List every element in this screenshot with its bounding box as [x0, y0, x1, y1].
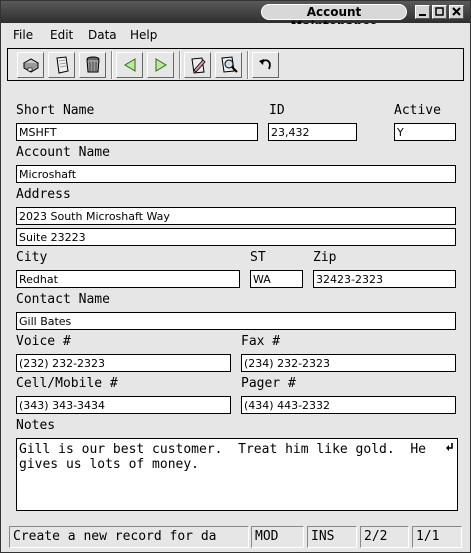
close-button[interactable]	[449, 5, 464, 19]
zip-label: Zip	[313, 250, 337, 265]
zip-field[interactable]	[313, 270, 456, 288]
edit-record-button[interactable]	[184, 52, 211, 78]
voice-label: Voice #	[16, 334, 71, 349]
city-label: City	[16, 250, 48, 265]
fax-field[interactable]	[241, 354, 456, 372]
previous-record-icon	[124, 58, 136, 72]
state-field[interactable]	[250, 270, 303, 288]
menu-bar: File Edit Data Help	[1, 24, 470, 46]
active-label: Active	[394, 103, 441, 118]
pager-label: Pager #	[241, 376, 296, 391]
toolbar	[7, 48, 464, 81]
city-field[interactable]	[16, 270, 240, 288]
status-page: 1/1	[412, 526, 462, 548]
notes-textarea[interactable]: Gill is our best customer. Treat him lik…	[16, 438, 458, 511]
status-record-position: 2/2	[360, 526, 409, 548]
voice-field[interactable]	[16, 354, 231, 372]
next-record-icon	[155, 58, 167, 72]
account-name-field[interactable]	[16, 165, 456, 183]
pager-field[interactable]	[241, 396, 456, 414]
window-title: Account Maintenance	[261, 4, 407, 33]
undo-button[interactable]	[252, 52, 279, 78]
maximize-button[interactable]	[432, 5, 447, 19]
state-label: ST	[250, 250, 266, 265]
short-name-label: Short Name	[16, 103, 95, 118]
next-record-button[interactable]	[147, 52, 174, 78]
new-record-button[interactable]	[17, 52, 44, 78]
undo-icon	[259, 59, 271, 70]
notes-label: Notes	[16, 418, 56, 433]
open-record-button[interactable]	[48, 52, 75, 78]
maximize-icon	[435, 7, 444, 16]
minimize-button[interactable]	[415, 5, 430, 19]
cell-field[interactable]	[16, 396, 231, 414]
delete-record-icon	[86, 56, 100, 73]
search-button[interactable]	[215, 52, 242, 78]
menu-file[interactable]: File	[13, 28, 33, 42]
menu-data[interactable]: Data	[88, 28, 117, 42]
status-bar: Create a new record for da MOD INS 2/2 1…	[1, 521, 470, 552]
account-name-label: Account Name	[16, 145, 110, 160]
new-record-icon	[22, 58, 40, 73]
contact-name-field[interactable]	[16, 312, 456, 330]
active-field[interactable]	[394, 123, 456, 141]
id-field[interactable]	[268, 123, 357, 141]
status-message: Create a new record for da	[9, 526, 249, 548]
cell-label: Cell/Mobile #	[16, 376, 118, 391]
status-insert: INS	[307, 526, 357, 548]
address-label: Address	[16, 187, 71, 202]
edit-record-icon	[191, 57, 206, 74]
minimize-icon	[419, 14, 426, 16]
address-line2-field[interactable]	[16, 228, 456, 246]
search-icon	[221, 56, 238, 73]
return-arrow-icon	[446, 443, 453, 451]
id-label: ID	[269, 103, 285, 118]
title-bar[interactable]: Account Maintenance	[1, 1, 470, 33]
close-icon	[452, 7, 461, 16]
previous-record-button[interactable]	[116, 52, 143, 78]
address-line1-field[interactable]	[16, 207, 456, 225]
contact-name-label: Contact Name	[16, 292, 110, 307]
menu-help[interactable]: Help	[130, 28, 157, 42]
account-maintenance-window: Account Maintenance File Edit Data Help	[0, 0, 471, 553]
open-record-icon	[56, 56, 69, 74]
fax-label: Fax #	[241, 334, 281, 349]
menu-edit[interactable]: Edit	[50, 28, 73, 42]
status-mode: MOD	[251, 526, 304, 548]
short-name-field[interactable]	[16, 123, 258, 141]
delete-record-button[interactable]	[79, 52, 106, 78]
